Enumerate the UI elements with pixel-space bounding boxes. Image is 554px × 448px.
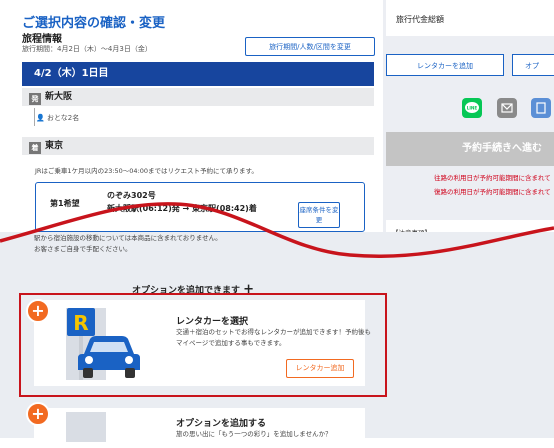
add-plus-icon-2[interactable]: +	[26, 402, 50, 426]
transfer-note: 駅から宿泊施設の移動については本商品に含まれておりません。 お客さまご自身で手配…	[34, 234, 222, 253]
option-title: オプションを追加する	[176, 419, 267, 429]
option-description: 旅の思い出に「もう一つの彩り」を追加しませんか？	[176, 430, 332, 438]
highlight-frame	[19, 293, 387, 397]
